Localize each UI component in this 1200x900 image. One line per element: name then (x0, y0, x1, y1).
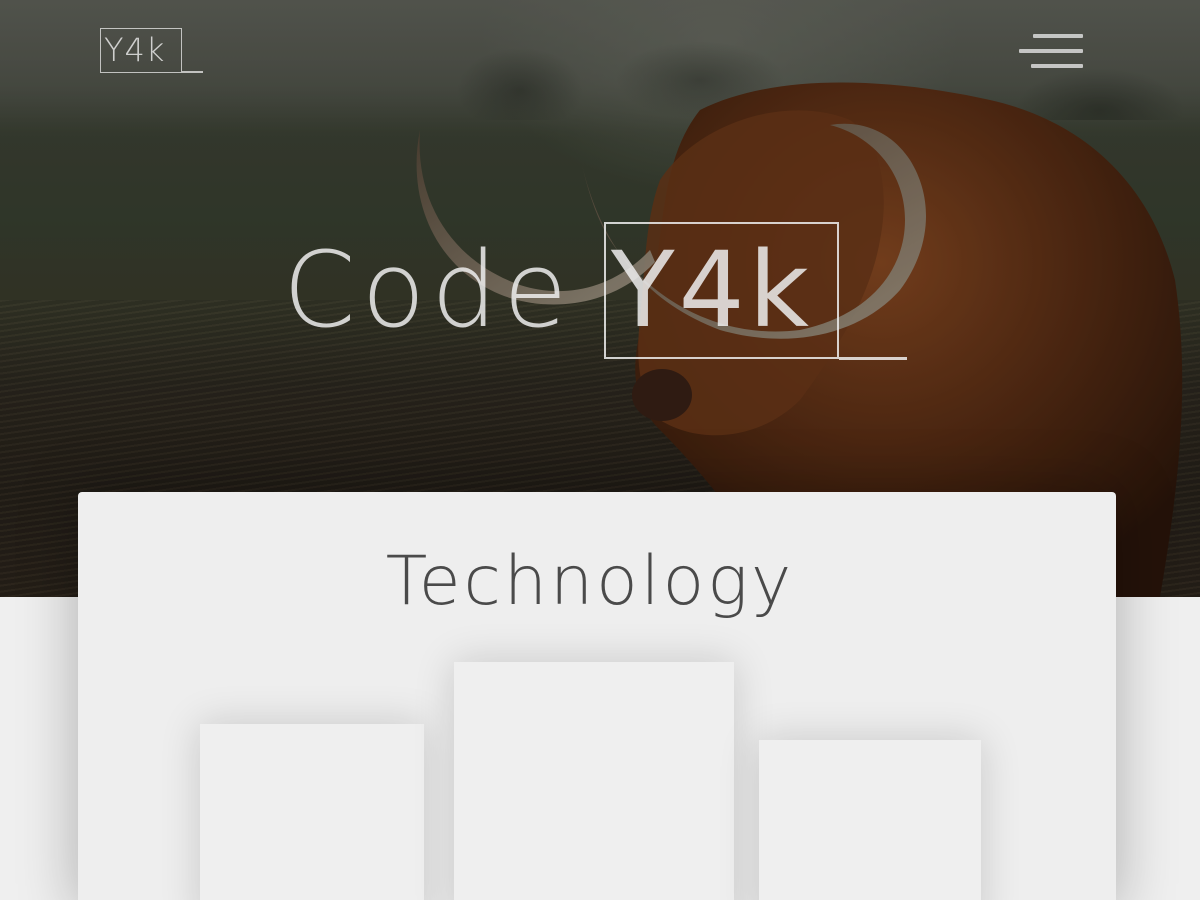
section-title: Technology (385, 542, 795, 621)
site-logo[interactable]: Y4k (100, 28, 204, 76)
menu-button[interactable] (1017, 32, 1085, 70)
brand-prefix: Code (283, 229, 574, 351)
brand-underscore (839, 357, 907, 360)
logo-underscore (182, 71, 203, 73)
hero-brand-title: Code Y4k (283, 222, 908, 362)
technology-tile-left[interactable] (200, 724, 424, 900)
brand-mark: Y4k (611, 229, 813, 351)
logo-text: Y4k (104, 31, 166, 69)
technology-tile-center[interactable] (454, 662, 734, 900)
technology-card: Technology (78, 492, 1116, 900)
technology-tile-right[interactable] (759, 740, 981, 900)
